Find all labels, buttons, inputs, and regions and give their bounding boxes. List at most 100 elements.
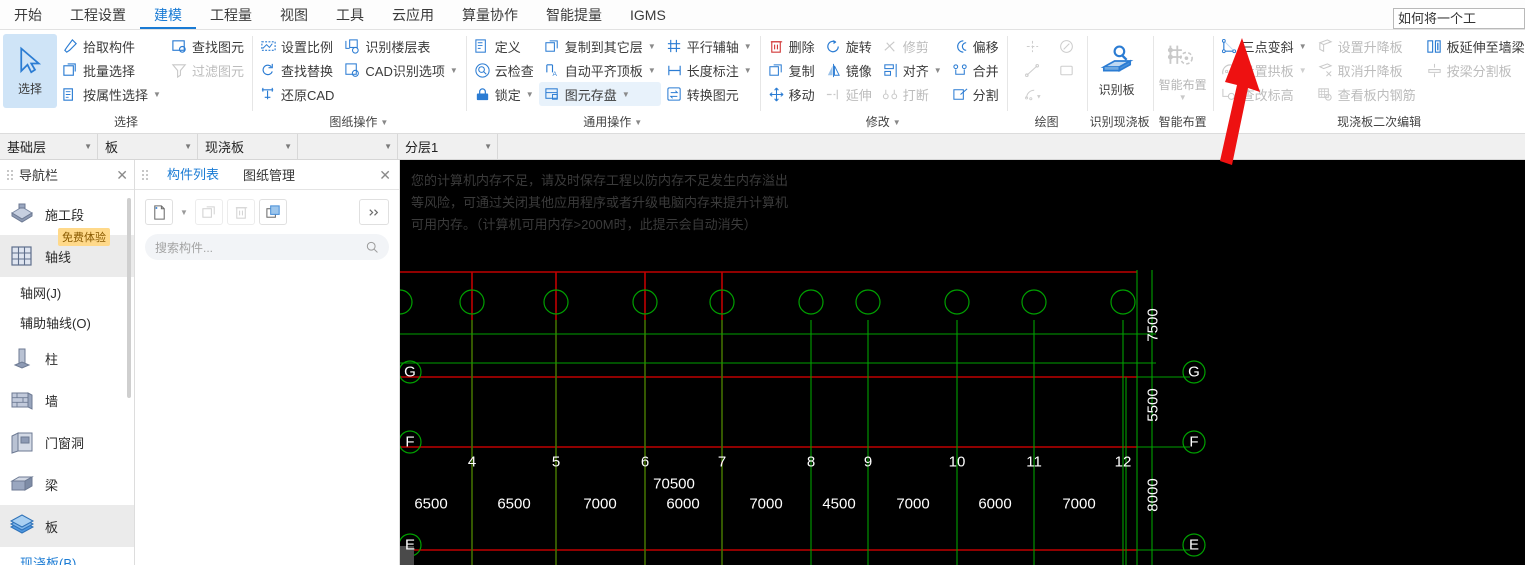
ribbon-group-smart-layout: 智能布置 ▼ 智能布置: [1152, 30, 1213, 133]
copy-button[interactable]: 复制: [763, 58, 820, 82]
navigation-scrollbar[interactable]: [127, 198, 131, 398]
sidebar-item-beam[interactable]: 梁: [0, 463, 134, 505]
sidebar-item-door-window[interactable]: 门窗洞: [0, 421, 134, 463]
new-component-dropdown[interactable]: ▼: [177, 199, 191, 225]
component-drag-grip[interactable]: [135, 160, 155, 189]
merge-button[interactable]: 合并: [947, 58, 1004, 82]
find-element-button[interactable]: 查找图元: [166, 34, 249, 58]
sublayer-combo[interactable]: 分层1 ▼: [398, 134, 498, 159]
length-dimension-button[interactable]: 长度标注 ▼: [661, 58, 757, 82]
filter-element-button[interactable]: 过滤图元: [166, 58, 249, 82]
tab-component-list[interactable]: 构件列表: [155, 160, 232, 189]
sidebar-item-slab[interactable]: 板: [0, 505, 134, 547]
axis-label-6: 6: [640, 453, 650, 471]
rectangle-tool-button[interactable]: [1050, 58, 1084, 82]
help-search-input[interactable]: 如何将一个工: [1393, 8, 1525, 29]
ribbon-group-title-drawing-ops[interactable]: 图纸操作 ▼: [255, 113, 463, 133]
extend-slab-to-beam-button[interactable]: 板延伸至墙梁边: [1421, 34, 1525, 58]
category-combo[interactable]: 板 ▼: [98, 134, 198, 159]
delete-component-button[interactable]: [227, 199, 255, 225]
extend-button[interactable]: 延伸: [820, 82, 877, 106]
ribbon-group-title-modify[interactable]: 修改 ▼: [763, 113, 1004, 133]
free-trial-badge[interactable]: 免费体验: [58, 228, 110, 246]
cancel-lift-slab-button[interactable]: 取消升降板: [1312, 58, 1421, 82]
ribbon-group-title-common-ops[interactable]: 通用操作 ▼: [469, 113, 757, 133]
layer-component-button[interactable]: [259, 199, 287, 225]
set-arch-slab-button[interactable]: 设置拱板 ▼: [1216, 58, 1312, 82]
align-button[interactable]: 对齐 ▼: [877, 58, 947, 82]
split-button[interactable]: 分割: [947, 82, 1004, 106]
recognize-floor-table-button[interactable]: 识别楼层表: [339, 34, 462, 58]
menu-item-7[interactable]: 算量协作: [448, 6, 532, 29]
menu-item-6[interactable]: 云应用: [378, 6, 448, 29]
sidebar-item-wall[interactable]: 墙: [0, 379, 134, 421]
menu-item-3[interactable]: 工程量: [196, 6, 266, 29]
split-slab-by-beam-button[interactable]: 按梁分割板: [1421, 58, 1525, 82]
rotate-button[interactable]: 旋转: [820, 34, 877, 58]
cloud-check-button[interactable]: 云检查: [469, 58, 539, 82]
sidebar-item-cast-in-place-slab[interactable]: 现浇板(B): [0, 547, 134, 565]
copy-component-button[interactable]: [195, 199, 223, 225]
parallel-aux-axis-button[interactable]: 平行辅轴 ▼: [661, 34, 757, 58]
offset-button[interactable]: 偏移: [947, 34, 1004, 58]
batch-select-button[interactable]: 批量选择: [57, 58, 166, 82]
circle-arc-tool-button[interactable]: [1050, 34, 1084, 58]
delete-button[interactable]: 删除: [763, 34, 820, 58]
view-slab-rebar-button[interactable]: 查看板内钢筋: [1312, 82, 1421, 106]
lock-button[interactable]: 锁定 ▼: [469, 82, 539, 106]
ribbon-group-draw: ▼ 绘图: [1006, 30, 1087, 133]
arc-tool-button[interactable]: ▼: [1016, 82, 1050, 106]
component-combo[interactable]: ▼: [298, 134, 398, 159]
line-tool-button[interactable]: [1016, 58, 1050, 82]
copy-to-other-floor-button[interactable]: 复制到其它层 ▼: [539, 34, 661, 58]
pick-element-button[interactable]: 拾取构件: [57, 34, 166, 58]
expand-panel-button[interactable]: [359, 199, 389, 225]
search-input[interactable]: 搜索构件...: [145, 234, 389, 260]
define-button[interactable]: 定义: [469, 34, 539, 58]
menu-item-5[interactable]: 工具: [322, 6, 378, 29]
trim-button[interactable]: 修剪: [877, 34, 947, 58]
smart-layout-button[interactable]: 智能布置 ▼: [1156, 34, 1210, 108]
find-replace-button[interactable]: 查找替换: [255, 58, 339, 82]
convert-element-button[interactable]: 转换图元: [661, 82, 757, 106]
menu-item-2[interactable]: 建模: [140, 6, 196, 29]
cad-canvas[interactable]: 您的计算机内存不足，请及时保存工程以防内存不足发生内存溢出等风险，可通过关闭其他…: [400, 160, 1525, 565]
menu-item-8[interactable]: 智能提量: [532, 6, 616, 29]
new-component-button[interactable]: [145, 199, 173, 225]
column-icon: [13, 348, 31, 369]
menu-item-1[interactable]: 工程设置: [56, 6, 140, 29]
break-button[interactable]: 打断: [877, 82, 947, 106]
move-button[interactable]: 移动: [763, 82, 820, 106]
menu-item-9[interactable]: IGMS: [616, 6, 680, 29]
component-panel-close[interactable]: ✕: [371, 160, 399, 189]
select-button[interactable]: 选择: [3, 34, 57, 108]
dimension-label-6: 7000: [896, 495, 930, 513]
point-tool-button[interactable]: [1016, 34, 1050, 58]
restore-cad-button[interactable]: 还原CAD: [255, 82, 339, 106]
set-scale-button[interactable]: 设置比例: [255, 34, 339, 58]
chevron-down-icon: ▼: [892, 118, 901, 127]
close-icon[interactable]: ✕: [116, 168, 128, 182]
drag-grip-icon[interactable]: [6, 169, 14, 181]
element-save-button[interactable]: 图元存盘 ▼: [538, 82, 661, 106]
recognize-slab-button[interactable]: 识别板: [1090, 34, 1144, 108]
set-lift-slab-button[interactable]: 设置升降板: [1312, 34, 1421, 58]
floor-combo[interactable]: 基础层 ▼: [0, 134, 98, 159]
check-elevation-button[interactable]: 查改标高: [1216, 82, 1312, 106]
three-point-slope-button[interactable]: 三点变斜 ▼: [1216, 34, 1312, 58]
select-by-attribute-button[interactable]: 按属性选择 ▼: [57, 82, 166, 106]
sidebar-item-axis-net[interactable]: 轴网(J): [0, 277, 134, 307]
sidebar-item-label: 施工段: [45, 207, 85, 223]
cad-recognize-options-button[interactable]: CAD识别选项 ▼: [339, 58, 462, 82]
sidebar-item-column[interactable]: 柱: [0, 337, 134, 379]
axis-label-F-right: F: [1189, 433, 1199, 451]
menu-item-0[interactable]: 开始: [0, 6, 56, 29]
slab-edit-col-1: 三点变斜 ▼ 设置拱板 ▼ 查改标高: [1216, 34, 1312, 106]
sidebar-item-aux-axis[interactable]: 辅助轴线(O): [0, 307, 134, 337]
restore-cad-label: 还原CAD: [280, 87, 335, 103]
element-type-combo[interactable]: 现浇板 ▼: [198, 134, 298, 159]
tab-drawing-management[interactable]: 图纸管理: [231, 160, 307, 189]
mirror-button[interactable]: 镜像: [820, 58, 877, 82]
auto-align-slab-button[interactable]: A 自动平齐顶板 ▼: [539, 58, 661, 82]
menu-item-4[interactable]: 视图: [266, 6, 322, 29]
